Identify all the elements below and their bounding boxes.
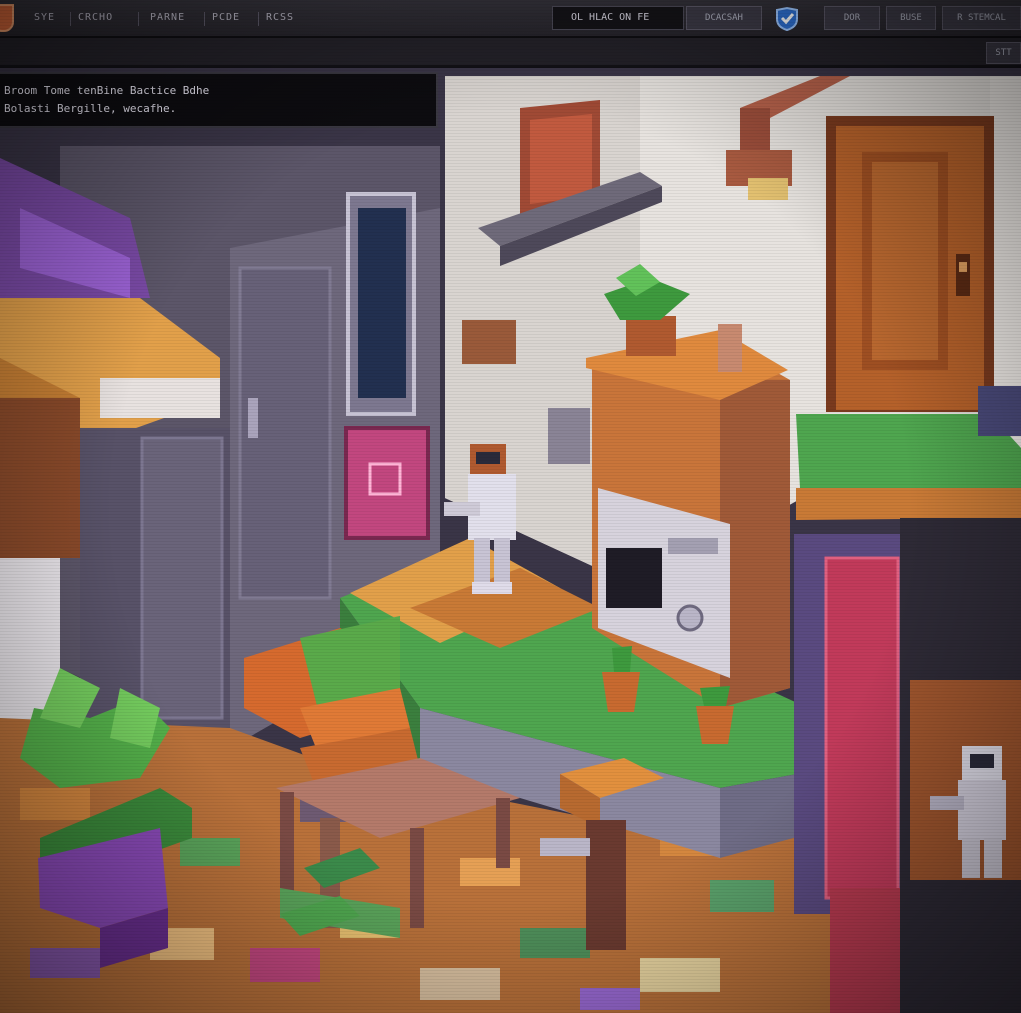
game-viewport[interactable] (0, 68, 1021, 1013)
toolbar-button-3[interactable]: R STEMCAL (942, 6, 1021, 30)
door[interactable] (826, 116, 994, 412)
menu-item-4[interactable]: PCDE (212, 10, 240, 26)
menu-separator (138, 12, 139, 26)
menu-item-5[interactable]: RCSS (266, 10, 294, 26)
menu-item-1[interactable]: SYE (34, 10, 55, 26)
dialog-line-1: Broom Tome tenBine Bactice Bdhe (4, 84, 210, 97)
menu-separator (204, 12, 205, 26)
wall-bracket (548, 408, 590, 464)
menu-item-3[interactable]: PARNE (150, 10, 185, 26)
toolbar-button-2[interactable]: BUSE (886, 6, 936, 30)
top-bar: SYE CRCHO PARNE PCDE RCSS OL HLAC ON FE … (0, 0, 1021, 38)
wall-bracket (462, 320, 516, 364)
game-logo-icon[interactable] (0, 4, 14, 32)
menu-item-2[interactable]: CRCHO (78, 10, 113, 26)
menu-separator (70, 12, 71, 26)
dialog-line-2: Bolasti Bergille, wecafhe. (4, 102, 177, 115)
menu-separator (258, 12, 259, 26)
search-input[interactable]: OL HLAC ON FE (552, 6, 684, 30)
shield-icon[interactable] (774, 6, 800, 32)
toolbar-button-1[interactable]: DOR (824, 6, 880, 30)
sub-toolbar: STT (0, 38, 1021, 68)
dialog-box: Broom Tome tenBine Bactice Bdhe Bolasti … (0, 72, 438, 128)
sub-toolbar-button[interactable]: STT (986, 42, 1021, 64)
search-button[interactable]: DCACSAH (686, 6, 762, 30)
